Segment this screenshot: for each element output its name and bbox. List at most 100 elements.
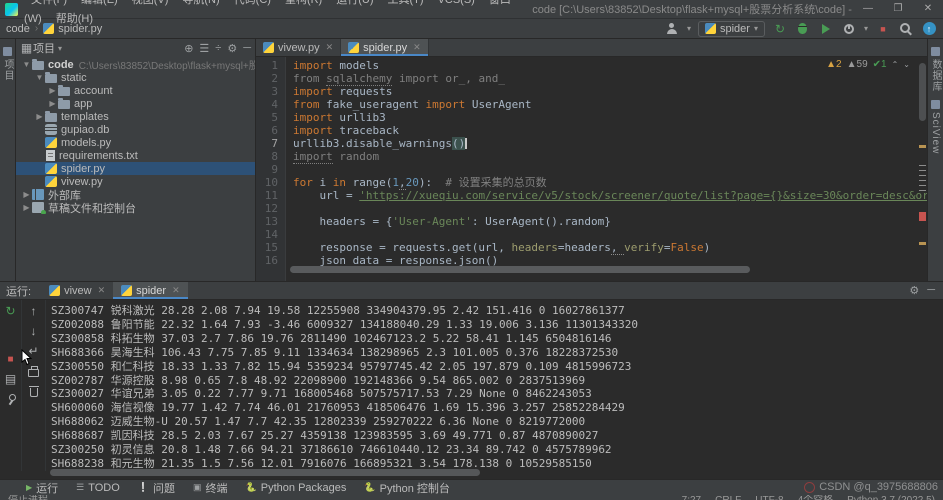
code-editor[interactable]: import models from sqlalchemy import or_,… bbox=[286, 57, 927, 281]
search-everywhere-button[interactable] bbox=[898, 21, 914, 37]
debug-button[interactable] bbox=[795, 21, 811, 37]
profiler-button[interactable] bbox=[841, 21, 857, 37]
toolbar-problems[interactable]: ❕ 问题 bbox=[130, 480, 183, 495]
mouse-cursor bbox=[21, 348, 33, 371]
tree-item-草稿文件和控制台[interactable]: ▶ 草稿文件和控制台 bbox=[16, 201, 255, 214]
toolbar-python-packages[interactable]: 🐍 Python Packages bbox=[238, 480, 355, 495]
editor-tab-spider.py[interactable]: spider.py ✕ bbox=[341, 39, 429, 56]
console-row: SH688062 迈威生物-U 20.57 1.47 7.7 42.35 128… bbox=[51, 415, 586, 429]
down-stacktrace-icon[interactable]: ↓ bbox=[26, 323, 42, 339]
expand-settings-icon[interactable]: ÷ bbox=[215, 42, 221, 55]
user-profile-icon[interactable] bbox=[664, 21, 680, 37]
tree-item-code[interactable]: ▼ code C:\Users\83852\Desktop\flask+mysql+… bbox=[16, 58, 255, 72]
next-issue-icon[interactable]: ⌄ bbox=[903, 60, 910, 69]
close-button[interactable]: ✕ bbox=[913, 0, 943, 18]
clear-console-icon[interactable] bbox=[26, 383, 42, 399]
menu-item[interactable]: 视图(V) bbox=[125, 0, 176, 6]
hide-panel-icon[interactable]: ─ bbox=[243, 42, 251, 55]
toolbar-label: Python Packages bbox=[260, 481, 347, 494]
database-stripe-button[interactable]: 数据库 bbox=[928, 47, 943, 92]
menu-item[interactable]: 文件(F) bbox=[24, 0, 74, 6]
prev-issue-icon[interactable]: ⌃ bbox=[892, 60, 899, 69]
status-segment[interactable]: 7:27 bbox=[682, 495, 701, 500]
tree-item-spider.py[interactable]: spider.py bbox=[16, 162, 255, 175]
menu-item[interactable]: 重构(R) bbox=[278, 0, 329, 6]
tree-item-requirements.txt[interactable]: requirements.txt bbox=[16, 149, 255, 162]
console-row: SZ300250 初灵信息 20.8 1.48 7.66 94.21 37186… bbox=[51, 443, 612, 457]
project-stripe-button[interactable]: 项目 bbox=[0, 47, 15, 81]
menu-item[interactable]: 导航(N) bbox=[175, 0, 226, 6]
close-tab-icon[interactable]: ✕ bbox=[98, 285, 106, 296]
settings-gear-icon[interactable]: ⚙ bbox=[227, 42, 237, 55]
minimize-button[interactable]: — bbox=[853, 0, 883, 18]
breadcrumb-project[interactable]: code bbox=[6, 23, 30, 35]
rerun-icon[interactable]: ↻ bbox=[3, 303, 19, 319]
menu-item[interactable]: 工具(T) bbox=[381, 0, 431, 6]
locate-file-icon[interactable]: ⊕ bbox=[184, 42, 193, 55]
close-tab-icon[interactable]: ✕ bbox=[413, 42, 421, 53]
line-number: 6 bbox=[271, 124, 278, 137]
toolbar-python-packages-icon: 🐍 bbox=[245, 482, 257, 492]
menu-item[interactable]: 代码(C) bbox=[227, 0, 278, 6]
update-notification-icon[interactable]: ↑ bbox=[921, 21, 937, 37]
line-number: 2 bbox=[271, 72, 278, 85]
title-bar: 文件(F) 编辑(E) 视图(V) 导航(N) 代码(C) 重构(R) 运行(U) 工具(T)… bbox=[0, 0, 943, 25]
user-dropdown-icon[interactable]: ▾ bbox=[687, 24, 691, 33]
editor-vertical-scrollbar[interactable] bbox=[918, 57, 927, 281]
status-segment[interactable]: Python 3.7 (2022.5) bbox=[847, 495, 935, 500]
close-tab-icon[interactable]: ✕ bbox=[326, 42, 334, 53]
close-tab-icon[interactable]: ✕ bbox=[172, 285, 180, 296]
collapse-all-icon[interactable]: ☰ bbox=[199, 42, 209, 55]
code-area[interactable]: 1 2 3 4 5 6 7 8 9 10 11 12 13 14 15 16 import models fro… bbox=[256, 57, 927, 281]
restore-layout-icon[interactable]: ▤ bbox=[3, 371, 19, 387]
rerun-button[interactable]: ↻ bbox=[772, 21, 788, 37]
code-line: response = requests.get(url, headers=hea… bbox=[293, 241, 927, 255]
menu-item[interactable]: 运行(U) bbox=[329, 0, 380, 6]
sciview-stripe-button[interactable]: SciView bbox=[930, 100, 941, 154]
stop-icon[interactable]: ■ bbox=[3, 351, 19, 367]
up-stacktrace-icon[interactable]: ↑ bbox=[26, 303, 42, 319]
maximize-button[interactable]: ❐ bbox=[883, 0, 913, 18]
tree-item-vivew.py[interactable]: vivew.py bbox=[16, 175, 255, 188]
toolbar-python-console[interactable]: 🐍 Python 控制台 bbox=[356, 480, 458, 495]
tree-item-templates[interactable]: ▶ templates bbox=[16, 110, 255, 123]
lib-icon bbox=[32, 189, 44, 200]
toolbar-todo[interactable]: ☰ TODO bbox=[68, 480, 128, 495]
py-icon bbox=[45, 176, 57, 187]
console-horizontal-scrollbar[interactable] bbox=[50, 469, 480, 476]
console-output[interactable]: SZ300747 锐科激光 28.28 2.08 7.94 19.58 1225… bbox=[46, 300, 943, 471]
status-segment[interactable]: CRLF bbox=[715, 495, 741, 500]
toolbar-terminal[interactable]: ▣ 终端 bbox=[185, 480, 236, 495]
tree-item-models.py[interactable]: models.py bbox=[16, 136, 255, 149]
chevron-down-icon[interactable]: ▾ bbox=[58, 44, 62, 53]
toolbar-run[interactable]: ▶ 运行 bbox=[18, 480, 66, 495]
inspections-widget[interactable]: ▲2 ▲59 ✔1 ⌃ ⌄ bbox=[823, 59, 913, 70]
code-token: headers bbox=[511, 241, 558, 254]
run-configuration-select[interactable]: spider ▾ bbox=[698, 20, 765, 37]
code-line: import random bbox=[293, 150, 927, 164]
tree-item-account[interactable]: ▶ account bbox=[16, 84, 255, 97]
status-segment[interactable]: 4个空格 bbox=[798, 495, 834, 500]
warning-triangle-icon: ▲ bbox=[826, 59, 837, 70]
menu-item[interactable]: 编辑(E) bbox=[74, 0, 125, 6]
breadcrumb-file[interactable]: spider.py bbox=[58, 23, 102, 35]
code-token: sqlalchemy bbox=[326, 72, 393, 86]
project-panel-title[interactable]: 项目 bbox=[33, 40, 55, 56]
stop-button[interactable]: ■ bbox=[875, 21, 891, 37]
run-tab-label: spider bbox=[136, 284, 167, 297]
run-tab-spider[interactable]: spider ✕ bbox=[113, 282, 188, 299]
profiler-dropdown-icon[interactable]: ▾ bbox=[864, 24, 868, 33]
hide-panel-icon[interactable]: ─ bbox=[927, 284, 935, 297]
menu-item[interactable]: VCS(S) bbox=[431, 0, 482, 6]
pin-tab-icon[interactable] bbox=[3, 391, 19, 407]
run-tab-vivew[interactable]: vivew ✕ bbox=[41, 282, 113, 299]
editor-horizontal-scrollbar[interactable] bbox=[290, 266, 750, 273]
editor-tab-vivew.py[interactable]: vivew.py ✕ bbox=[256, 39, 342, 56]
coverage-button[interactable] bbox=[818, 21, 834, 37]
tree-item-外部库[interactable]: ▶ 外部库 bbox=[16, 188, 255, 201]
tree-item-static[interactable]: ▼ static bbox=[16, 71, 255, 84]
tree-item-gupiao.db[interactable]: gupiao.db bbox=[16, 123, 255, 136]
settings-gear-icon[interactable]: ⚙ bbox=[909, 284, 919, 297]
tree-item-app[interactable]: ▶ app bbox=[16, 97, 255, 110]
status-segment[interactable]: UTF-8 bbox=[755, 495, 783, 500]
